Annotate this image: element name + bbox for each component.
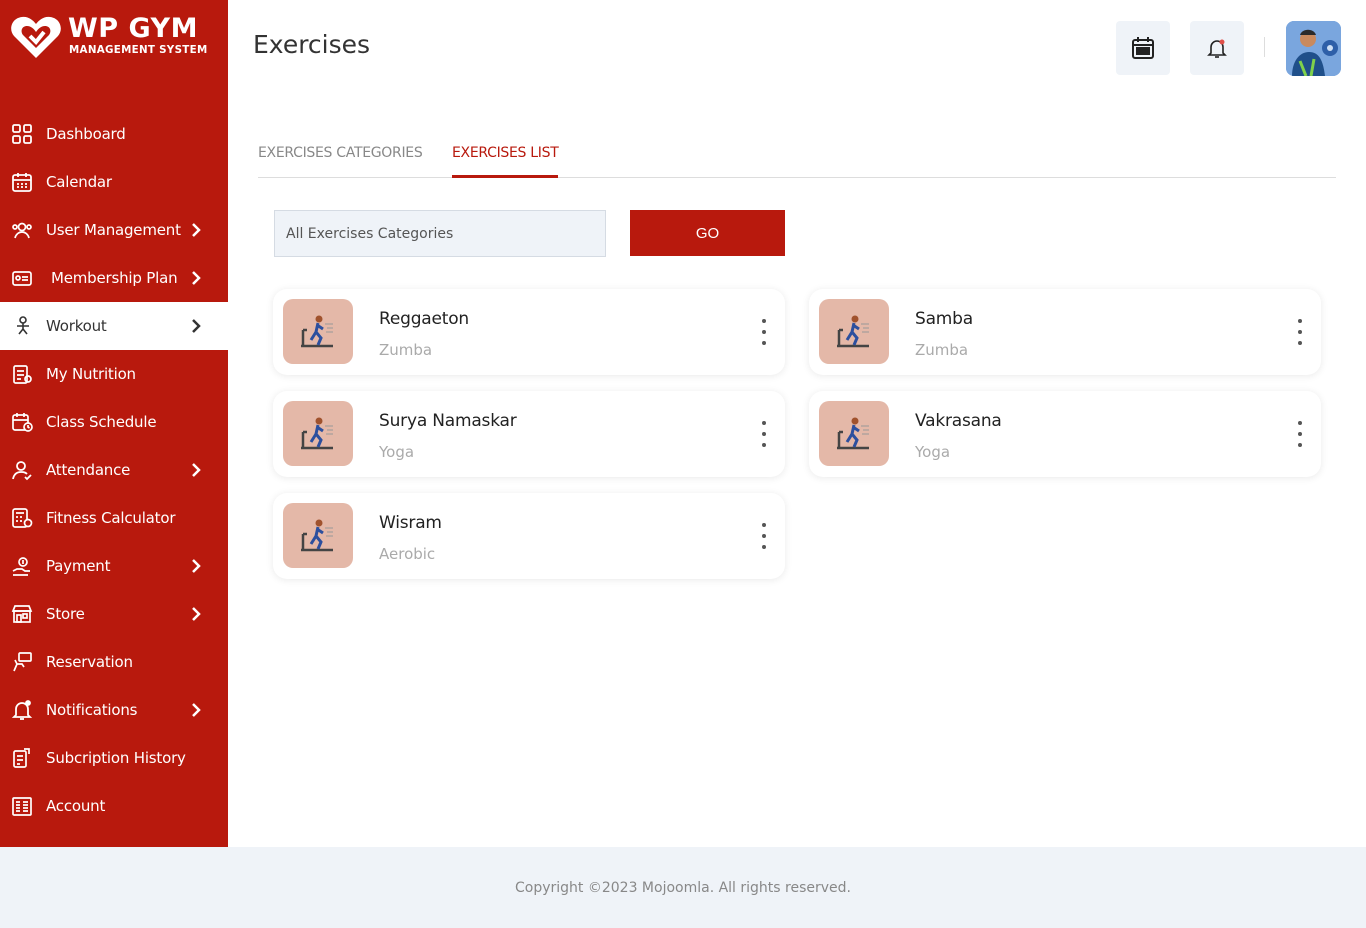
more-options-icon[interactable] bbox=[759, 421, 769, 447]
exercise-category: Yoga bbox=[915, 443, 951, 461]
sidebar-item-reservation[interactable]: Reservation bbox=[0, 638, 228, 686]
more-options-icon[interactable] bbox=[759, 319, 769, 345]
tabs: EXERCISES CATEGORIES EXERCISES LIST bbox=[258, 143, 1336, 178]
exercise-category: Yoga bbox=[379, 443, 415, 461]
sidebar-item-label: Class Schedule bbox=[46, 413, 157, 431]
more-options-icon[interactable] bbox=[1295, 421, 1305, 447]
sidebar-item-label: Payment bbox=[46, 557, 111, 575]
treadmill-icon bbox=[283, 503, 353, 568]
sidebar-item-label: Reservation bbox=[46, 653, 133, 671]
go-button[interactable]: GO bbox=[630, 210, 785, 256]
dashboard-grid-icon bbox=[11, 123, 33, 145]
sidebar-item-label: Store bbox=[46, 605, 85, 623]
tab-exercises-categories[interactable]: EXERCISES CATEGORIES bbox=[258, 143, 423, 177]
page-title: Exercises bbox=[253, 30, 371, 59]
chevron-right-icon bbox=[192, 271, 201, 285]
exercise-name: Vakrasana bbox=[915, 411, 1002, 431]
chevron-right-icon bbox=[192, 703, 201, 717]
sidebar-item-label: Account bbox=[46, 797, 106, 815]
chevron-right-icon bbox=[192, 559, 201, 573]
logo-subtitle: MANAGEMENT SYSTEM bbox=[69, 44, 208, 56]
calendar-button[interactable] bbox=[1116, 21, 1170, 75]
sidebar-item-class-schedule[interactable]: Class Schedule bbox=[0, 398, 228, 446]
avatar[interactable] bbox=[1286, 21, 1341, 76]
more-options-icon[interactable] bbox=[1295, 319, 1305, 345]
users-gear-icon bbox=[11, 219, 33, 241]
exercise-category: Aerobic bbox=[379, 545, 436, 563]
sidebar-item-payment[interactable]: Payment bbox=[0, 542, 228, 590]
exercise-card[interactable]: Wisram Aerobic bbox=[273, 493, 785, 579]
footer: Copyright ©2023 Mojoomla. All rights res… bbox=[0, 847, 1366, 928]
exercise-name: Reggaeton bbox=[379, 309, 470, 329]
calendar-icon bbox=[11, 171, 33, 193]
sidebar-item-label: Fitness Calculator bbox=[46, 509, 176, 527]
user-avatar bbox=[1286, 21, 1341, 76]
tab-exercises-list[interactable]: EXERCISES LIST bbox=[452, 143, 559, 178]
treadmill-icon bbox=[283, 401, 353, 466]
sidebar-item-label: Subcription History bbox=[46, 749, 186, 767]
bell-icon bbox=[1207, 39, 1227, 58]
exercise-category: Zumba bbox=[379, 341, 433, 359]
sidebar-nav: Dashboard Calendar User Management Membe… bbox=[0, 110, 228, 830]
chevron-right-icon bbox=[192, 319, 201, 333]
sidebar-item-label: Dashboard bbox=[46, 125, 126, 143]
sidebar-item-label: User Management bbox=[46, 221, 181, 239]
calculator-icon bbox=[11, 507, 33, 529]
nutrition-icon bbox=[11, 363, 33, 385]
sidebar-item-workout[interactable]: Workout bbox=[0, 302, 228, 350]
exercise-name: Wisram bbox=[379, 513, 442, 533]
chevron-right-icon bbox=[192, 607, 201, 621]
treadmill-icon bbox=[819, 401, 889, 466]
header-divider bbox=[1264, 37, 1265, 57]
exercise-card[interactable]: Samba Zumba bbox=[809, 289, 1321, 375]
sidebar-item-notifications[interactable]: Notifications bbox=[0, 686, 228, 734]
heart-logo-icon bbox=[11, 16, 61, 58]
sidebar-item-label: My Nutrition bbox=[46, 365, 136, 383]
store-icon bbox=[11, 603, 33, 625]
chevron-right-icon bbox=[192, 223, 201, 237]
calendar-icon bbox=[1132, 37, 1154, 59]
chevron-right-icon bbox=[192, 463, 201, 477]
category-select-value: All Exercises Categories bbox=[286, 225, 454, 242]
sidebar-item-subscription-history[interactable]: Subcription History bbox=[0, 734, 228, 782]
exercise-name: Surya Namaskar bbox=[379, 411, 517, 431]
sidebar-item-label: Workout bbox=[46, 317, 107, 335]
sidebar-item-account[interactable]: Account bbox=[0, 782, 228, 830]
sidebar-item-dashboard[interactable]: Dashboard bbox=[0, 110, 228, 158]
logo[interactable]: WP GYM MANAGEMENT SYSTEM bbox=[10, 12, 220, 62]
attendance-icon bbox=[11, 459, 33, 481]
sidebar-item-fitness-calculator[interactable]: Fitness Calculator bbox=[0, 494, 228, 542]
notifications-button[interactable] bbox=[1190, 21, 1244, 75]
sidebar-item-label: Calendar bbox=[46, 173, 112, 191]
bell-icon bbox=[11, 699, 33, 721]
treadmill-icon bbox=[283, 299, 353, 364]
sidebar-item-user-management[interactable]: User Management bbox=[0, 206, 228, 254]
copyright-text: Copyright ©2023 Mojoomla. All rights res… bbox=[514, 879, 851, 896]
sidebar-item-store[interactable]: Store bbox=[0, 590, 228, 638]
sidebar-item-label: Membership Plan bbox=[51, 269, 178, 287]
sidebar-item-my-nutrition[interactable]: My Nutrition bbox=[0, 350, 228, 398]
payment-icon bbox=[11, 555, 33, 577]
class-schedule-icon bbox=[11, 411, 33, 433]
subscription-history-icon bbox=[11, 747, 33, 769]
exercise-category: Zumba bbox=[915, 341, 969, 359]
exercise-card[interactable]: Vakrasana Yoga bbox=[809, 391, 1321, 477]
membership-card-icon bbox=[11, 267, 33, 289]
sidebar-item-membership-plan[interactable]: Membership Plan bbox=[0, 254, 228, 302]
reservation-icon bbox=[11, 651, 33, 673]
sidebar-item-calendar[interactable]: Calendar bbox=[0, 158, 228, 206]
workout-icon bbox=[11, 315, 33, 337]
exercise-card[interactable]: Surya Namaskar Yoga bbox=[273, 391, 785, 477]
sidebar-item-attendance[interactable]: Attendance bbox=[0, 446, 228, 494]
treadmill-icon bbox=[819, 299, 889, 364]
sidebar-item-label: Attendance bbox=[46, 461, 131, 479]
exercise-name: Samba bbox=[915, 309, 973, 329]
category-select[interactable]: All Exercises Categories bbox=[274, 210, 606, 257]
more-options-icon[interactable] bbox=[759, 523, 769, 549]
logo-title: WP GYM bbox=[68, 13, 198, 44]
account-icon bbox=[11, 795, 33, 817]
exercise-card[interactable]: Reggaeton Zumba bbox=[273, 289, 785, 375]
sidebar: WP GYM MANAGEMENT SYSTEM Dashboard Calen… bbox=[0, 0, 228, 847]
sidebar-item-label: Notifications bbox=[46, 701, 138, 719]
